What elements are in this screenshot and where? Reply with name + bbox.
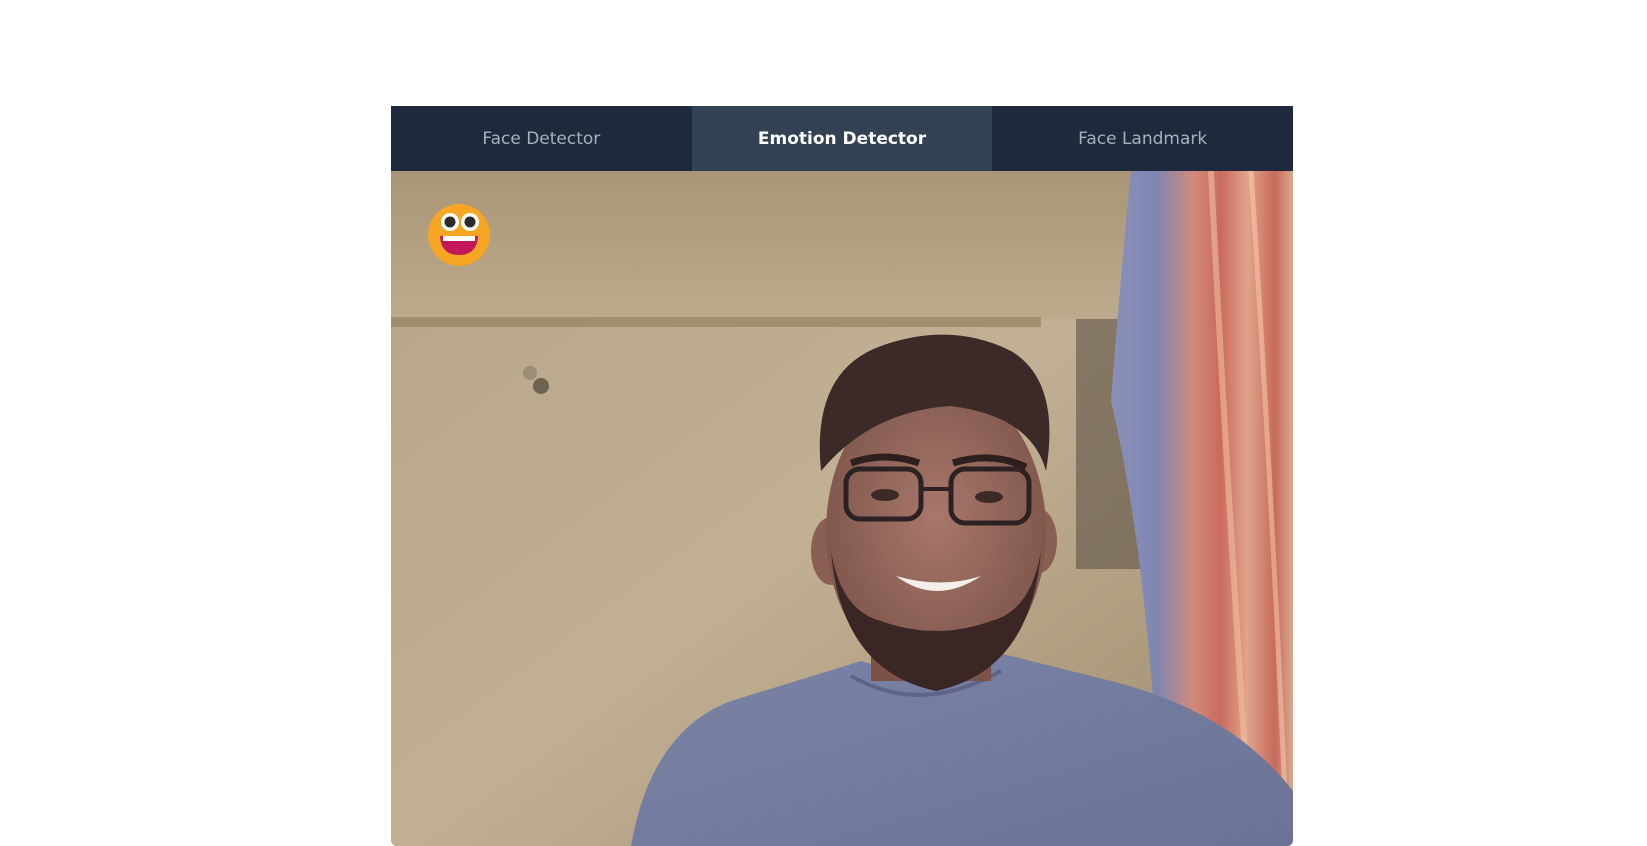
tab-face-landmark[interactable]: Face Landmark	[992, 106, 1293, 171]
detector-tab-bar: Face Detector Emotion Detector Face Land…	[391, 106, 1293, 171]
grinning-face-icon	[428, 204, 490, 266]
webcam-frame	[391, 171, 1293, 846]
page: Face Detector Emotion Detector Face Land…	[0, 0, 1647, 846]
tab-face-detector[interactable]: Face Detector	[391, 106, 692, 171]
tab-emotion-detector[interactable]: Emotion Detector	[691, 106, 993, 171]
detector-card: Face Detector Emotion Detector Face Land…	[391, 106, 1293, 846]
webcam-feed	[391, 171, 1293, 846]
